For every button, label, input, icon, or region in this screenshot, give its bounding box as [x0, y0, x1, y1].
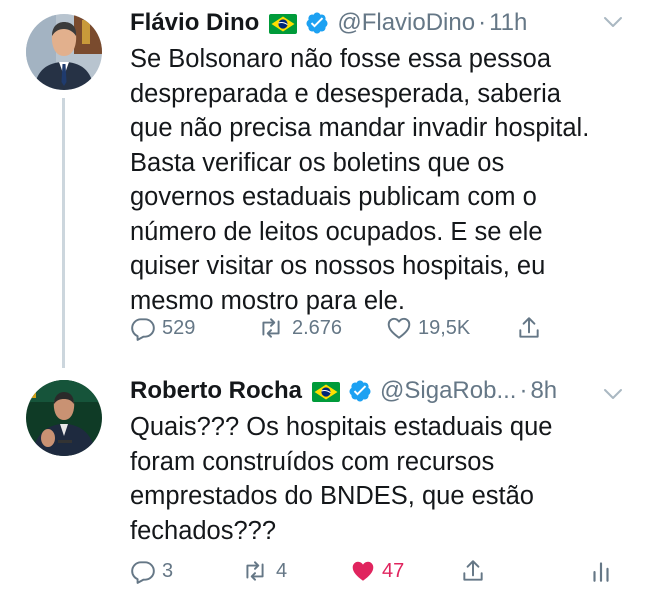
like-button[interactable]: 19,5K	[386, 315, 470, 341]
tweet-text-line: que não precisa mandar invadir hospital.	[130, 114, 590, 142]
brazil-flag-icon	[312, 381, 341, 402]
tweet-text: Quais??? Os hospitais estaduais que fora…	[130, 410, 625, 548]
chevron-down-icon[interactable]	[601, 10, 625, 34]
tweet[interactable]: Roberto Rocha @SigaRob... · 8h Quais??? …	[0, 362, 645, 600]
share-icon	[463, 560, 483, 581]
separator: ·	[519, 377, 528, 404]
retweet-count: 2.676	[292, 316, 343, 339]
timestamp[interactable]: 8h	[530, 377, 557, 405]
tweet-header: Flávio Dino @FlavioDino · 11h	[130, 6, 625, 40]
timestamp[interactable]: 11h	[489, 9, 527, 37]
tweet-text-line: quiser visitar os nossos hospitais, eu	[130, 252, 546, 280]
reply-count: 529	[162, 316, 196, 339]
verified-badge-icon	[348, 379, 372, 403]
reply-icon	[131, 561, 155, 584]
tweet-text-line: Quais??? Os hospitais estaduais que	[130, 413, 553, 441]
share-button[interactable]	[516, 315, 542, 341]
reply-count: 3	[162, 559, 174, 582]
tweet[interactable]: Flávio Dino @FlavioDino · 11h Se Bolsona…	[0, 0, 645, 368]
retweet-icon	[262, 318, 280, 338]
brazil-flag-icon	[269, 13, 298, 34]
avatar[interactable]	[26, 380, 102, 456]
tweet-text-line: emprestados do BNDES, que estão	[130, 482, 534, 510]
reply-button[interactable]: 529	[130, 315, 195, 341]
tweet-text-line: foram construídos com recursos	[130, 447, 495, 476]
retweet-button[interactable]: 4	[240, 558, 287, 584]
retweet-count: 4	[276, 559, 288, 582]
heart-filled-icon	[352, 561, 374, 581]
tweet-actions: 3 4 47	[130, 558, 625, 588]
tweet-text-line: governos estaduais publicam com o	[130, 183, 537, 211]
tweet-text: Se Bolsonaro não fosse essa pessoa despr…	[130, 42, 625, 318]
avatar[interactable]	[26, 14, 102, 90]
like-count: 47	[382, 559, 405, 582]
user-name[interactable]: Roberto Rocha	[130, 377, 302, 405]
like-count: 19,5K	[418, 316, 471, 339]
thread-line	[62, 98, 65, 368]
verified-badge-icon	[305, 11, 329, 35]
tweet-text-line: mesmo mostro para ele.	[130, 286, 405, 315]
retweet-button[interactable]: 2.676	[256, 315, 342, 341]
tweet-text-line: fechados???	[130, 516, 277, 545]
analytics-icon	[593, 562, 609, 582]
chevron-down-icon[interactable]	[601, 382, 625, 406]
user-handle[interactable]: @FlavioDino	[337, 9, 475, 37]
tweet-text-line: número de leitos ocupados. E se ele	[130, 217, 543, 246]
reply-icon	[131, 318, 155, 341]
analytics-button[interactable]	[588, 558, 614, 584]
tweet-text-line: Basta verificar os boletins que os	[130, 148, 505, 177]
tweet-text-line: Se Bolsonaro não fosse essa pessoa	[130, 45, 552, 73]
tweet-actions: 529 2.676 19,5K	[130, 315, 625, 345]
heart-icon	[387, 317, 411, 339]
separator: ·	[478, 9, 487, 36]
share-button[interactable]	[460, 558, 486, 584]
tweet-text-line: despreparada e desesperada, saberia	[130, 79, 561, 108]
like-button[interactable]: 47	[350, 558, 404, 584]
user-handle[interactable]: @SigaRob...	[380, 377, 516, 405]
tweet-header: Roberto Rocha @SigaRob... · 8h	[130, 374, 625, 408]
retweet-icon	[246, 561, 264, 581]
share-icon	[519, 317, 539, 338]
reply-button[interactable]: 3	[130, 558, 173, 584]
user-name[interactable]: Flávio Dino	[130, 9, 259, 37]
